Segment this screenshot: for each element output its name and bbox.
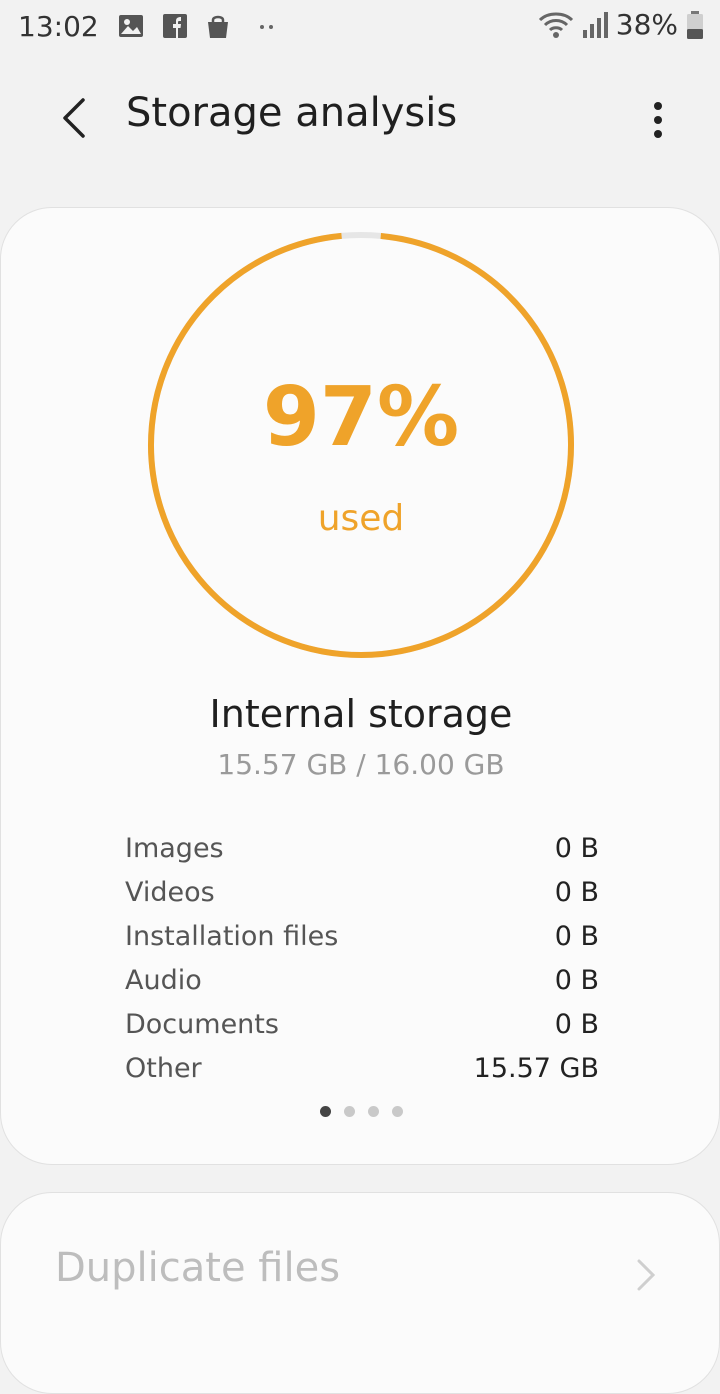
storage-name: Internal storage [209, 692, 513, 736]
page-title: Storage analysis [126, 90, 458, 136]
page-dot[interactable] [343, 1106, 355, 1117]
category-value: 0 B [554, 876, 599, 908]
category-label: Documents [125, 1008, 279, 1040]
status-right: 38% [538, 8, 704, 41]
page-dot[interactable] [391, 1106, 403, 1117]
battery-icon [687, 10, 703, 39]
category-row-installation-files: Installation files 0 B [125, 914, 599, 958]
storage-card[interactable]: 97% used Internal storage 15.57 GB / 16.… [0, 207, 720, 1165]
duplicate-files-card[interactable]: Duplicate files [0, 1192, 720, 1394]
image-icon [119, 15, 143, 37]
usage-label: used [317, 498, 405, 539]
category-label: Videos [125, 876, 215, 908]
category-row-documents: Documents 0 B [125, 1002, 599, 1046]
category-value: 0 B [554, 832, 599, 864]
usage-percent: 97% [262, 370, 460, 465]
signal-icon [582, 11, 608, 38]
facebook-icon [163, 14, 187, 38]
status-time: 13:02 [18, 10, 99, 43]
category-row-audio: Audio 0 B [125, 958, 599, 1002]
category-value: 0 B [554, 964, 599, 996]
chevron-right-icon [637, 1259, 656, 1291]
category-label: Images [125, 832, 224, 864]
battery-percent: 38% [615, 8, 678, 41]
app-bar: Storage analysis [0, 70, 720, 170]
shopping-bag-icon [208, 15, 228, 38]
page-dot[interactable] [319, 1106, 331, 1117]
chevron-left-icon [63, 98, 85, 138]
storage-size: 15.57 GB / 16.00 GB [217, 748, 505, 781]
category-list: Images 0 B Videos 0 B Installation files… [125, 826, 599, 1090]
category-value: 0 B [554, 920, 599, 952]
category-label: Installation files [125, 920, 339, 952]
category-row-images: Images 0 B [125, 826, 599, 870]
category-row-videos: Videos 0 B [125, 870, 599, 914]
more-vert-icon [654, 102, 662, 138]
page-indicator[interactable] [1, 1106, 720, 1117]
status-bar: 13:02 38% [0, 0, 720, 56]
back-button[interactable] [44, 86, 104, 150]
category-value: 15.57 GB [473, 1052, 599, 1084]
usage-ring: 97% used [146, 230, 576, 660]
category-value: 0 B [554, 1008, 599, 1040]
duplicate-files-title: Duplicate files [55, 1245, 341, 1291]
category-label: Audio [125, 964, 202, 996]
page-dot[interactable] [367, 1106, 379, 1117]
more-options-button[interactable] [638, 90, 678, 150]
category-label: Other [125, 1052, 202, 1084]
more-dots-icon [260, 25, 273, 29]
category-row-other: Other 15.57 GB [125, 1046, 599, 1090]
wifi-icon [538, 12, 573, 38]
